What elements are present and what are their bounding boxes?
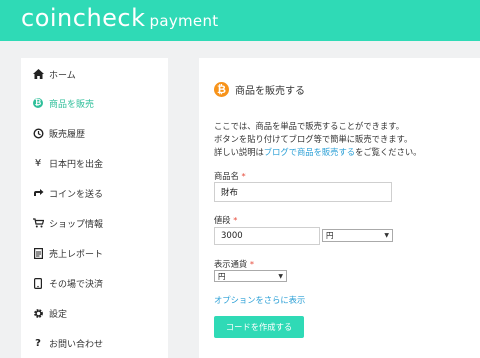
mobile-icon <box>32 277 44 289</box>
sidebar-item-home[interactable]: ホーム <box>21 59 168 89</box>
help-icon: ? <box>35 337 41 349</box>
sidebar-item-settings[interactable]: 設定 <box>21 298 168 328</box>
description-line-3: 詳しい説明はブログで商品を販売するをご覧ください。 <box>214 146 421 159</box>
price-input[interactable]: 3000 <box>214 227 320 245</box>
create-code-button[interactable]: コードを作成する <box>214 316 304 338</box>
sidebar-item-label: 商品を販売 <box>49 99 95 110</box>
sidebar-item-shop[interactable]: ショップ情報 <box>21 208 168 238</box>
selected-value: 円 <box>326 231 334 240</box>
description-line-2: ボタンを貼り付けてブログ等で簡単に販売できます。 <box>214 134 413 144</box>
chevron-down-icon: ▼ <box>384 232 389 239</box>
sidebar-item-label: 売上レポート <box>49 249 104 260</box>
sidebar-item-send[interactable]: コインを送る <box>21 178 168 208</box>
sidebar-item-label: 設定 <box>49 309 68 320</box>
sidebar-item-sell[interactable]: ₿ 商品を販売 <box>21 88 168 118</box>
blog-link[interactable]: ブログで商品を販売する <box>264 147 355 157</box>
sidebar-item-label: コインを送る <box>49 189 104 200</box>
description-line-1: ここでは、商品を単品で販売することができます。 <box>214 121 405 131</box>
sidebar-item-label: その場で決済 <box>49 279 104 290</box>
logo[interactable]: coincheck payment <box>21 4 218 32</box>
display-currency-label: 表示通貨 * <box>214 258 254 270</box>
yen-icon: ¥ <box>34 157 42 169</box>
label-text: 値段 <box>214 215 231 225</box>
gear-icon <box>32 307 44 319</box>
sidebar-item-label: お問い合わせ <box>49 339 104 350</box>
display-currency-select[interactable]: 円 ▼ <box>214 270 287 282</box>
page-title: 商品を販売する <box>235 86 305 97</box>
label-text: 表示通貨 <box>214 259 248 269</box>
price-label: 値段 * <box>214 214 237 226</box>
sidebar-item-label: 日本円を出金 <box>49 159 104 170</box>
product-name-input[interactable]: 財布 <box>214 182 392 202</box>
description-text: 詳しい説明は <box>214 147 264 157</box>
selected-value: 円 <box>218 271 226 281</box>
label-text: 商品名 <box>214 171 239 181</box>
header-bar: coincheck payment <box>0 0 480 41</box>
description-text: をご覧ください。 <box>355 147 422 157</box>
product-name-label: 商品名 * <box>214 170 246 182</box>
sidebar: ホーム ₿ 商品を販売 販売履歴 ¥ 日本円を出金 コインを送る ショップ情報 … <box>21 58 168 358</box>
sidebar-item-contact[interactable]: ? お問い合わせ <box>21 328 168 358</box>
report-icon <box>32 247 44 259</box>
page-heading: ₿ 商品を販売する <box>214 82 305 97</box>
logo-product: payment <box>149 12 219 30</box>
sidebar-item-report[interactable]: 売上レポート <box>21 238 168 268</box>
more-options-link[interactable]: オプションをさらに表示 <box>214 294 305 306</box>
sidebar-item-label: ショップ情報 <box>49 219 104 230</box>
shop-icon <box>32 217 44 229</box>
sidebar-item-withdraw[interactable]: ¥ 日本円を出金 <box>21 148 168 178</box>
logo-brand: coincheck <box>21 4 146 32</box>
send-icon <box>32 187 44 199</box>
home-icon <box>32 68 44 80</box>
sidebar-item-label: 販売履歴 <box>49 129 86 140</box>
sidebar-item-history[interactable]: 販売履歴 <box>21 118 168 148</box>
bitcoin-icon: ₿ <box>214 82 229 97</box>
sidebar-item-label: ホーム <box>49 70 76 81</box>
chevron-down-icon: ▼ <box>278 273 283 280</box>
description: ここでは、商品を単品で販売することができます。 ボタンを貼り付けてブログ等で簡単… <box>214 120 421 159</box>
required-mark: * <box>249 259 254 269</box>
required-mark: * <box>241 171 246 181</box>
bitcoin-icon: ₿ <box>33 98 43 108</box>
main-panel: ₿ 商品を販売する ここでは、商品を単品で販売することができます。 ボタンを貼り… <box>199 58 480 358</box>
required-mark: * <box>233 215 238 225</box>
sidebar-item-pos[interactable]: その場で決済 <box>21 268 168 298</box>
price-currency-select[interactable]: 円 ▼ <box>322 229 393 242</box>
history-icon <box>32 127 44 139</box>
